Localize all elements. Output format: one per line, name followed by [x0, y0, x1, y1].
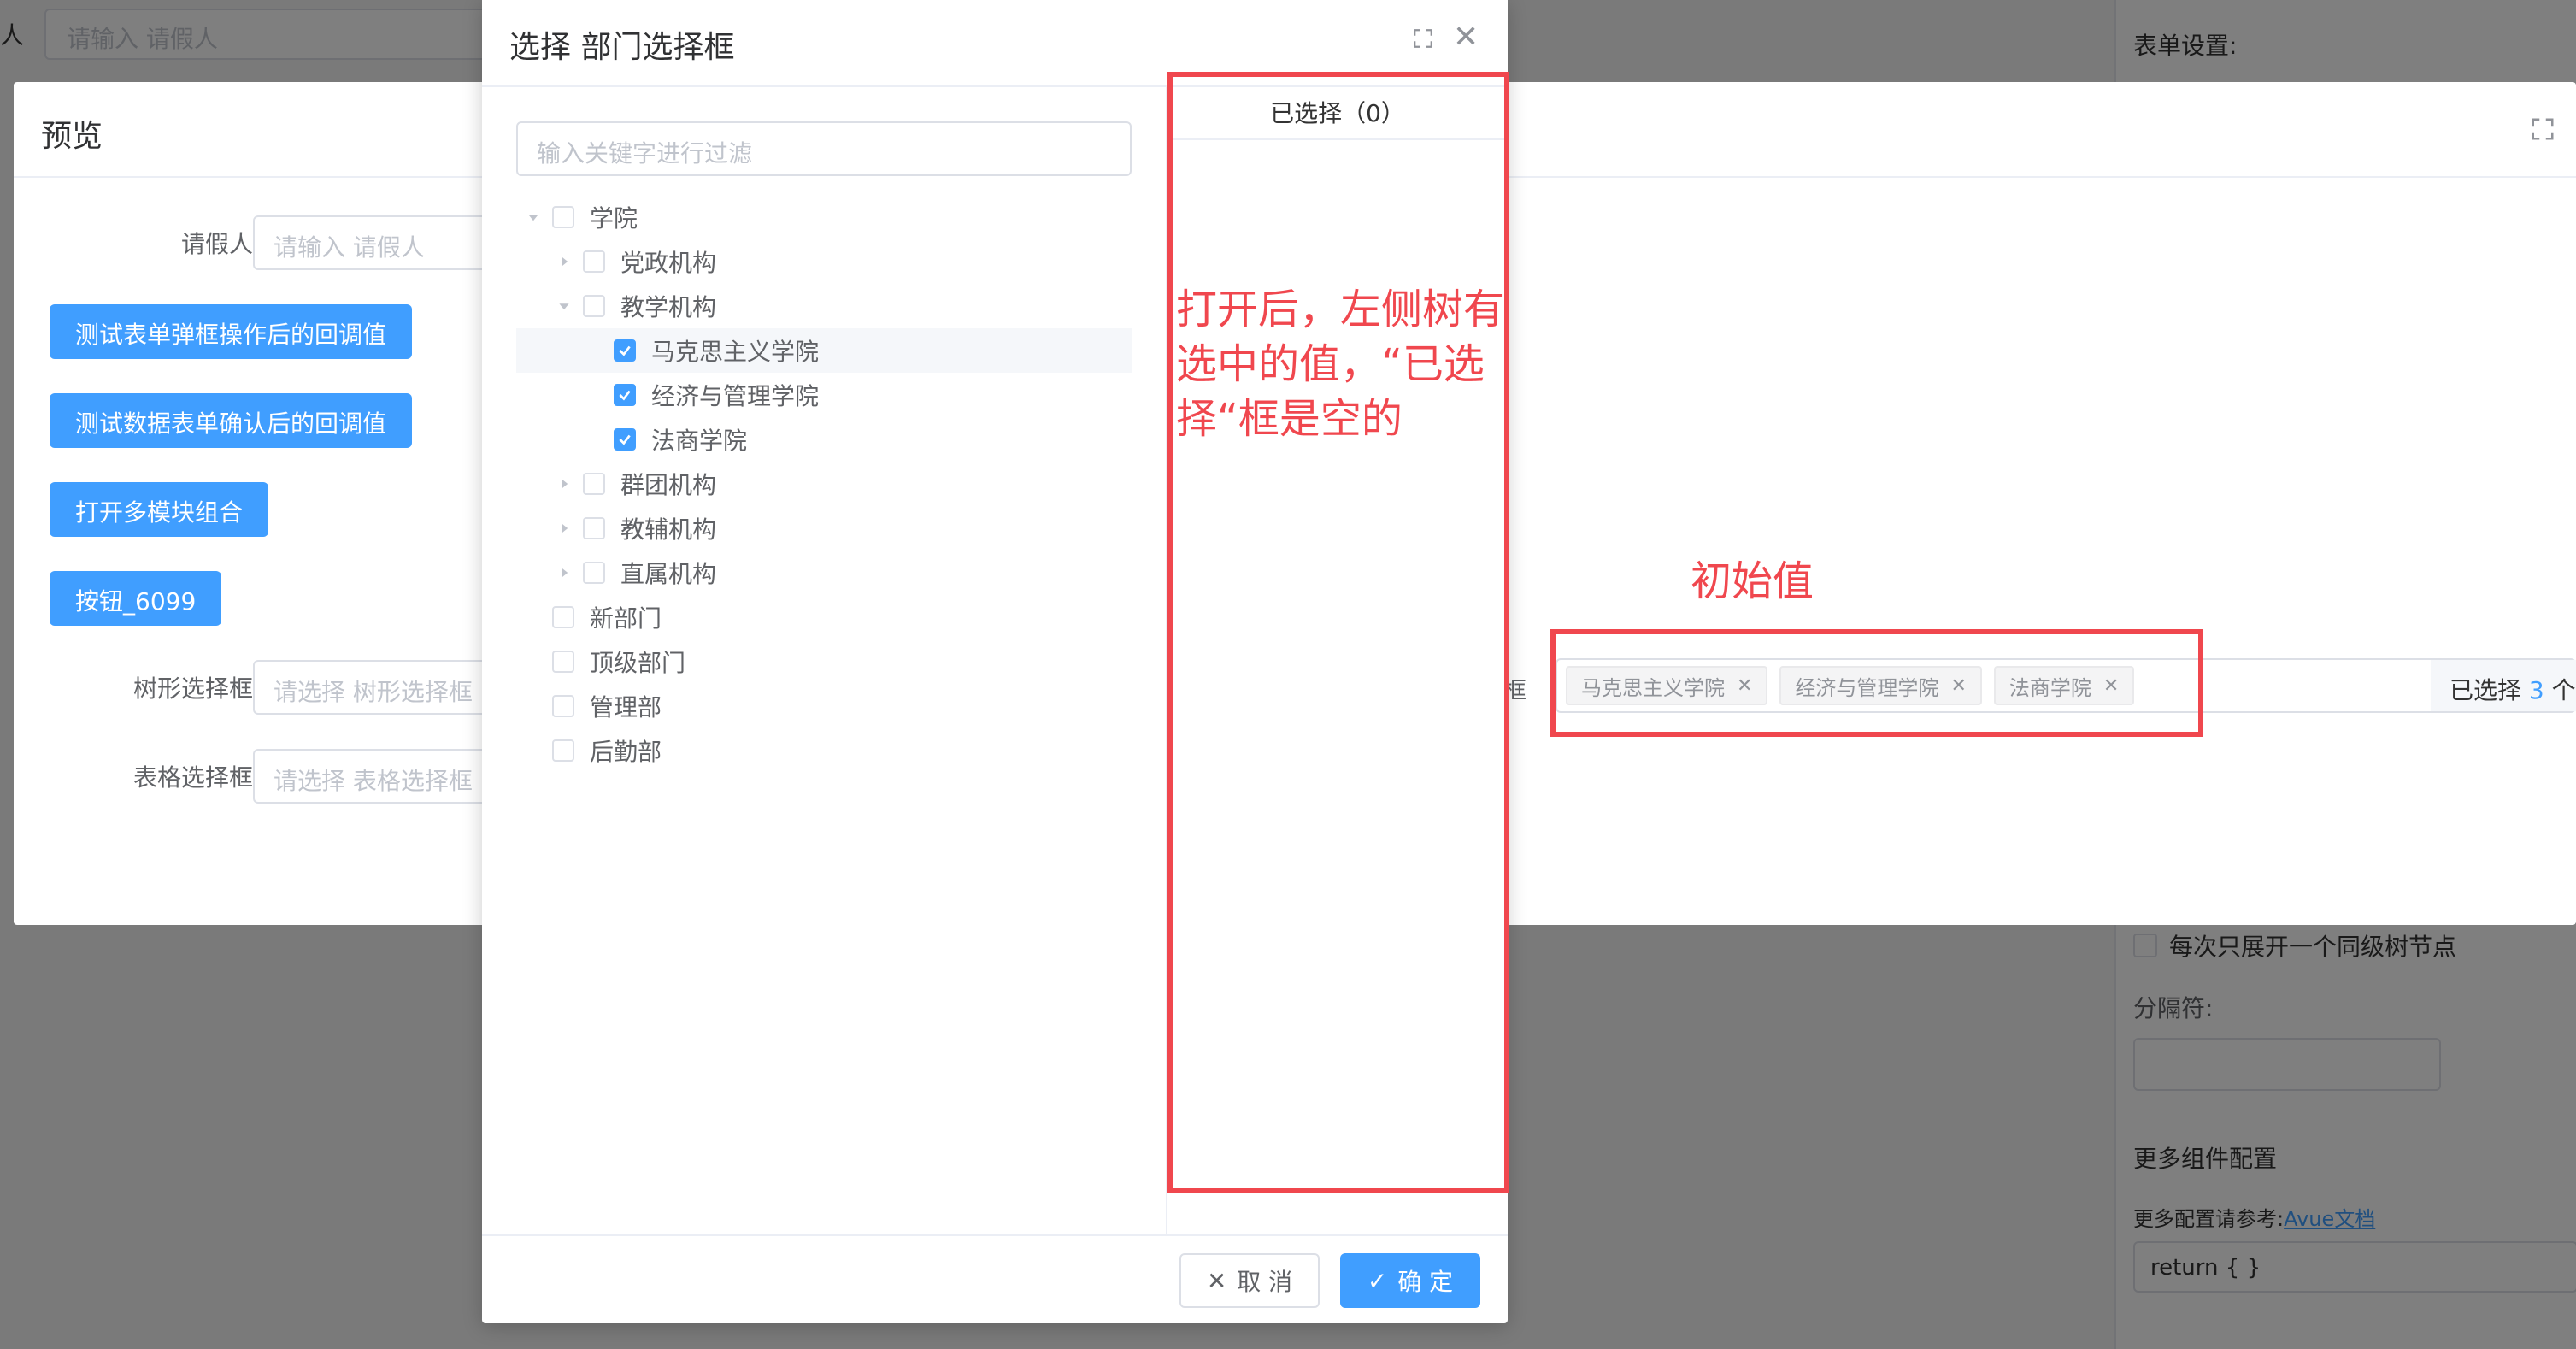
test-data-form-confirm-callback-button[interactable]: 测试数据表单确认后的回调值	[50, 393, 413, 448]
caret-right-icon[interactable]	[554, 563, 574, 583]
tree-node-label: 教辅机构	[620, 515, 717, 544]
button-6099[interactable]: 按钮_6099	[50, 571, 222, 626]
tree-node-label: 新部门	[590, 604, 662, 633]
caret-placeholder	[585, 429, 605, 450]
dept-tree: 学院党政机构教学机构马克思主义学院 经济与管理学院 法商学院群团机构教辅机构直属机构…	[516, 195, 1132, 773]
tree-node-label: 群团机构	[620, 471, 717, 499]
caret-placeholder	[523, 607, 544, 627]
selected-count-suffix: 个	[2551, 676, 2576, 704]
checkbox[interactable]	[583, 250, 605, 273]
checkbox[interactable]	[552, 739, 574, 762]
tree-node-label: 后勤部	[590, 738, 662, 766]
annotation-box-initial-value	[1550, 629, 2203, 737]
tree-node[interactable]: 党政机构	[516, 239, 1132, 284]
confirm-button[interactable]: ✓ 确 定	[1340, 1253, 1480, 1308]
tree-select-input[interactable]: 请选择 树形选择框	[253, 660, 509, 715]
tree-node[interactable]: 教辅机构	[516, 506, 1132, 551]
dialog-title: 选择 部门选择框	[509, 30, 735, 65]
tree-node[interactable]: 学院	[516, 195, 1132, 239]
fullscreen-icon[interactable]	[2530, 116, 2555, 142]
tree-node[interactable]: 法商学院	[516, 417, 1132, 462]
checkbox[interactable]	[583, 517, 605, 539]
tree-node[interactable]: 教学机构	[516, 284, 1132, 328]
annotation-left-note: 打开后，左侧树有选中的值，“已选择“框是空的	[1176, 286, 1505, 443]
tree-node-label: 马克思主义学院	[651, 338, 820, 366]
checkbox-checked[interactable]	[614, 339, 636, 362]
confirm-label: 确 定	[1397, 1268, 1454, 1296]
checkbox-checked[interactable]	[614, 428, 636, 451]
tree-node-label: 法商学院	[651, 427, 748, 455]
tree-node[interactable]: 新部门	[516, 595, 1132, 639]
checkbox[interactable]	[552, 695, 574, 717]
tree-node-label: 教学机构	[620, 293, 717, 321]
tree-node[interactable]: 管理部	[516, 684, 1132, 728]
tree-node-label: 管理部	[590, 693, 662, 722]
close-icon[interactable]: ✕	[1453, 22, 1479, 53]
preview-title: 预览	[41, 119, 103, 154]
checkbox[interactable]	[583, 562, 605, 584]
checkbox[interactable]	[583, 295, 605, 317]
tree-node[interactable]: 直属机构	[516, 551, 1132, 595]
dialog-footer-divider	[482, 1234, 1508, 1236]
tree-select-label: 树形选择框	[132, 674, 253, 703]
selected-count-number: 3	[2528, 676, 2544, 704]
checkbox[interactable]	[552, 206, 574, 228]
tree-filter-input[interactable]: 输入关键字进行过滤	[516, 121, 1132, 176]
checkbox[interactable]	[552, 606, 574, 628]
tree-node[interactable]: 马克思主义学院	[516, 328, 1132, 373]
caret-right-icon[interactable]	[554, 474, 574, 494]
caret-placeholder	[585, 385, 605, 405]
caret-placeholder	[523, 740, 544, 761]
fullscreen-icon[interactable]	[1412, 27, 1434, 50]
test-form-popup-callback-button[interactable]: 测试表单弹框操作后的回调值	[50, 304, 413, 359]
selected-count-addon[interactable]: 已选择 3 个	[2431, 660, 2576, 711]
cancel-icon: ✕	[1206, 1266, 1227, 1295]
check-icon: ✓	[1367, 1266, 1388, 1295]
caret-down-icon[interactable]	[523, 207, 544, 227]
tree-node-label: 党政机构	[620, 249, 717, 277]
tree-node[interactable]: 后勤部	[516, 728, 1132, 773]
leave-person-input[interactable]: 请输入 请假人	[253, 215, 509, 270]
checkbox[interactable]	[583, 473, 605, 495]
open-multi-module-button[interactable]: 打开多模块组合	[50, 482, 269, 537]
tree-node-label: 顶级部门	[590, 649, 686, 677]
cancel-label: 取 消	[1237, 1268, 1293, 1296]
tree-node-label: 学院	[590, 204, 638, 233]
table-select-label: 表格选择框	[132, 763, 253, 792]
caret-right-icon[interactable]	[554, 518, 574, 539]
cancel-button[interactable]: ✕ 取 消	[1179, 1253, 1320, 1308]
tree-node[interactable]: 顶级部门	[516, 639, 1132, 684]
selected-count-prefix: 已选择	[2450, 676, 2522, 704]
tree-node-label: 直属机构	[620, 560, 717, 588]
leave-person-label: 请假人	[180, 230, 253, 258]
caret-down-icon[interactable]	[554, 296, 574, 316]
annotation-initial-value: 初始值	[1691, 557, 1814, 605]
checkbox[interactable]	[552, 651, 574, 673]
caret-placeholder	[585, 340, 605, 361]
caret-placeholder	[523, 696, 544, 716]
tree-node-label: 经济与管理学院	[651, 382, 820, 410]
annotation-box-selected-pane	[1167, 72, 1509, 1193]
tree-node[interactable]: 经济与管理学院	[516, 373, 1132, 417]
table-select-input[interactable]: 请选择 表格选择框	[253, 749, 509, 804]
caret-placeholder	[523, 651, 544, 672]
caret-right-icon[interactable]	[554, 251, 574, 272]
tree-node[interactable]: 群团机构	[516, 462, 1132, 506]
checkbox-checked[interactable]	[614, 384, 636, 406]
